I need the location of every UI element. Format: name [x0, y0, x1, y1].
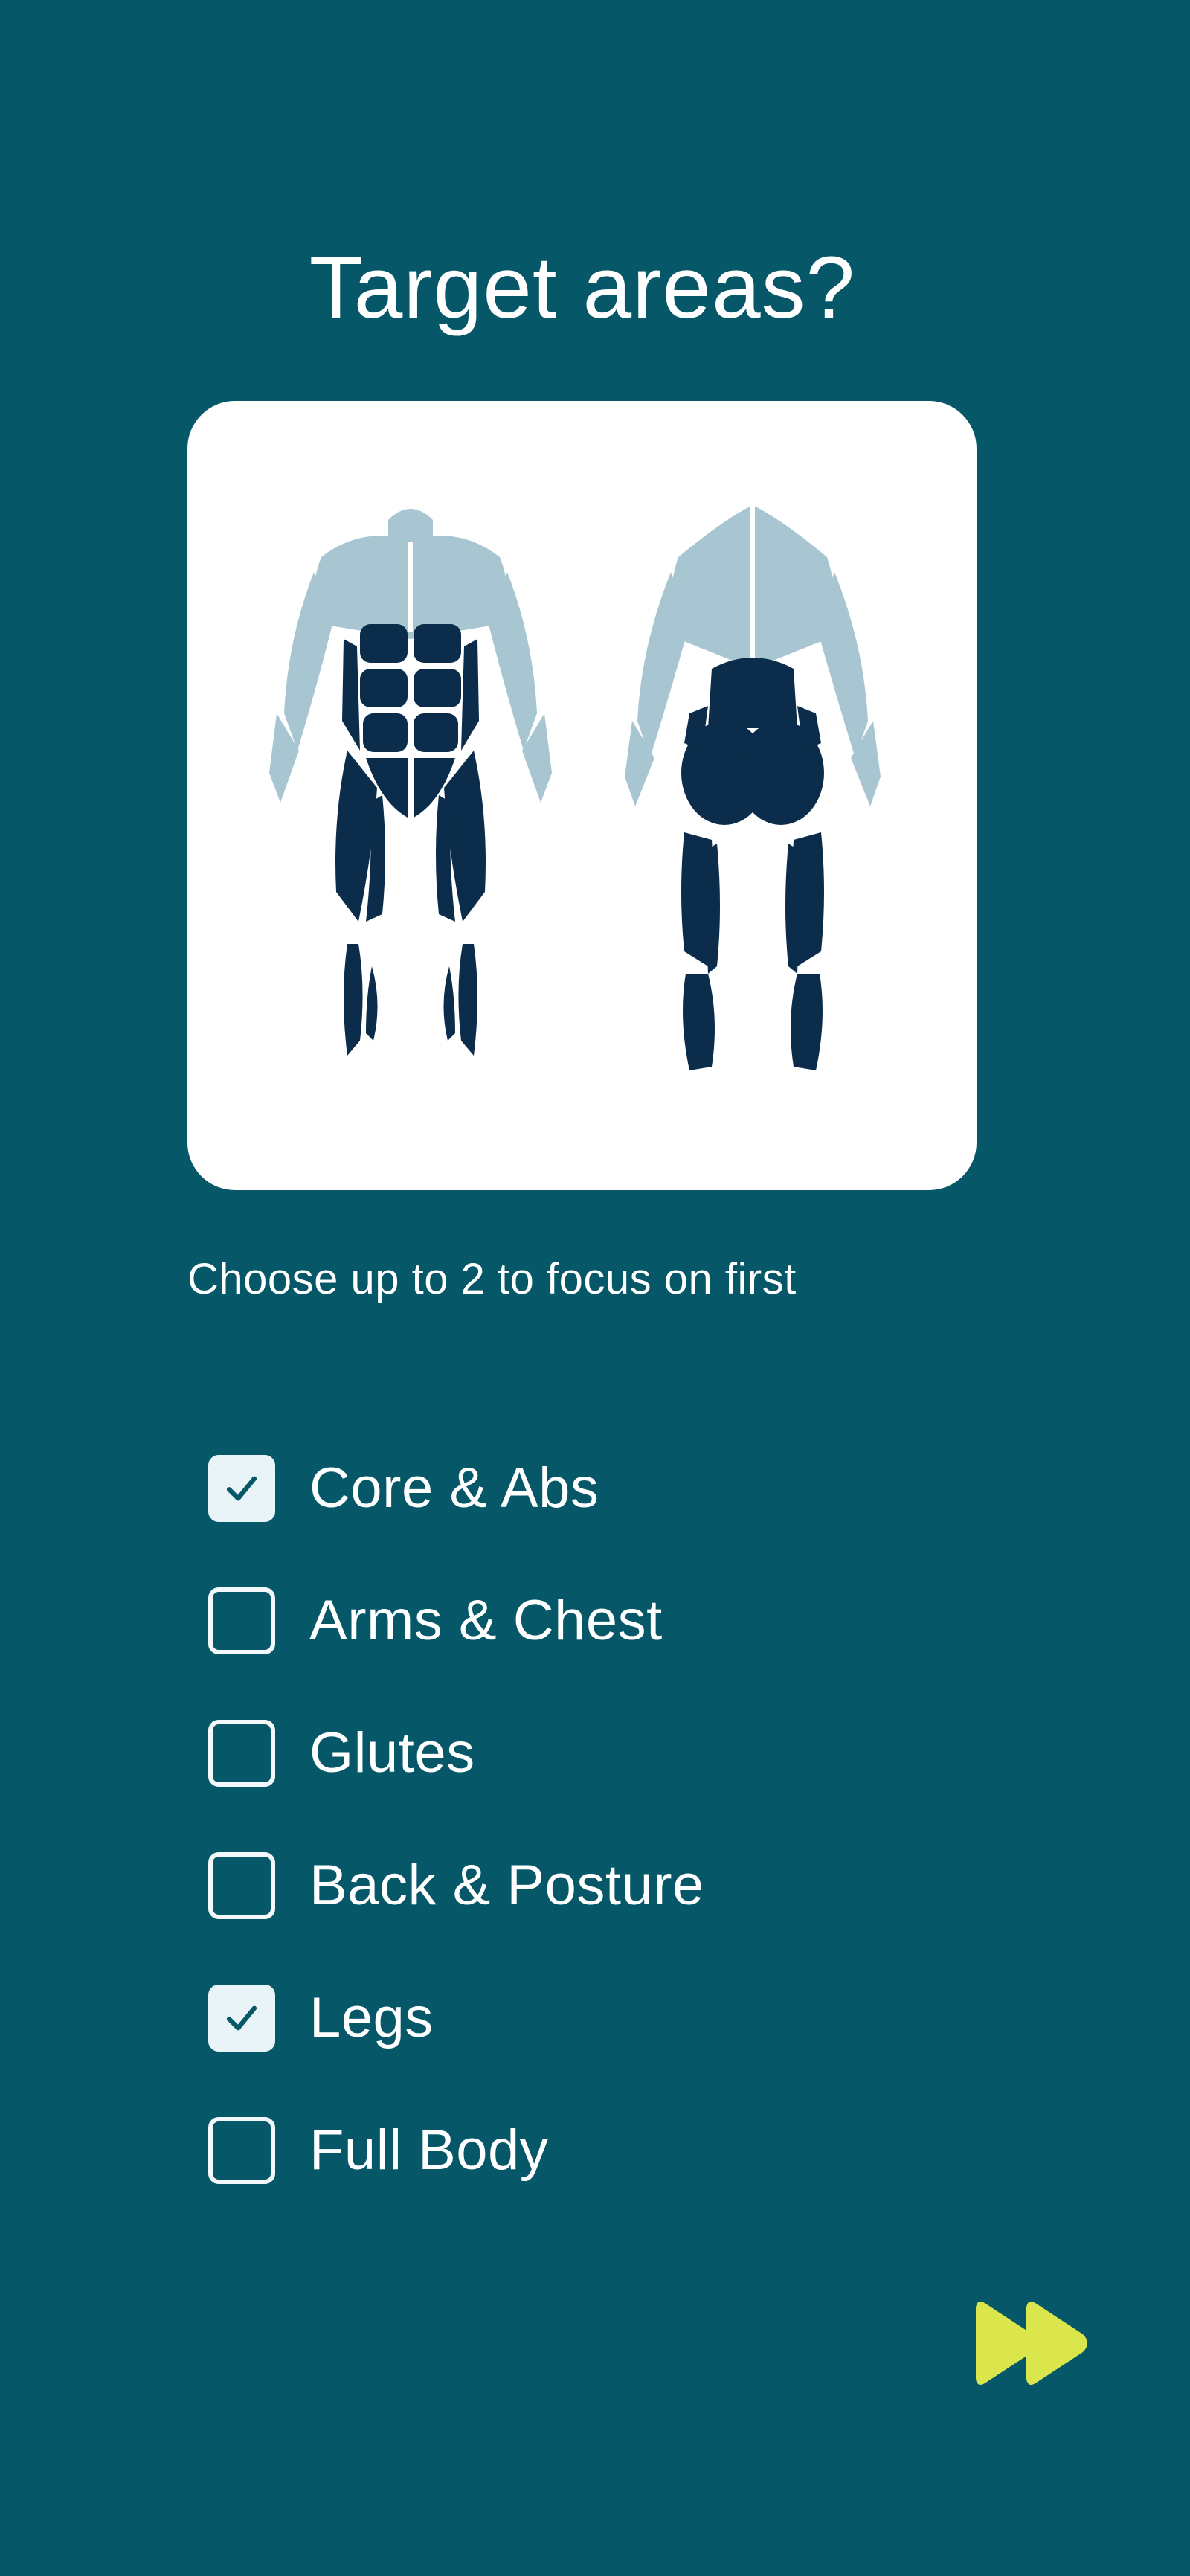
front-body-figure [269, 509, 552, 1056]
target-area-options: Core & Abs Arms & Chest Glutes Back & Po… [208, 1454, 952, 2249]
checkmark-icon [226, 1476, 257, 1501]
option-label: Full Body [309, 2119, 549, 2182]
option-label: Glutes [309, 1721, 475, 1785]
option-glutes[interactable]: Glutes [208, 1719, 952, 1788]
page-title: Target areas? [309, 239, 856, 337]
selection-hint: Choose up to 2 to focus on first [187, 1255, 797, 1303]
checkbox-core-abs[interactable] [208, 1455, 275, 1522]
option-label: Legs [309, 1986, 434, 2049]
checkbox-legs[interactable] [208, 1985, 275, 2052]
checkbox-arms-chest[interactable] [208, 1587, 275, 1654]
next-button[interactable] [971, 2293, 1092, 2394]
option-label: Core & Abs [309, 1456, 599, 1520]
double-chevron-right-icon [976, 2302, 1087, 2385]
checkbox-back-posture[interactable] [208, 1852, 275, 1919]
option-label: Arms & Chest [309, 1589, 663, 1652]
checkbox-full-body[interactable] [208, 2117, 275, 2184]
option-full-body[interactable]: Full Body [208, 2116, 952, 2185]
checkmark-icon [226, 2005, 257, 2031]
muscle-anatomy-card [187, 401, 977, 1190]
back-body-figure [625, 505, 881, 1070]
option-label: Back & Posture [309, 1854, 704, 1917]
option-arms-chest[interactable]: Arms & Chest [208, 1587, 952, 1655]
checkbox-glutes[interactable] [208, 1720, 275, 1787]
option-legs[interactable]: Legs [208, 1984, 952, 2052]
option-core-abs[interactable]: Core & Abs [208, 1454, 952, 1523]
option-back-posture[interactable]: Back & Posture [208, 1851, 952, 1920]
muscle-anatomy-illustration [269, 505, 881, 1070]
